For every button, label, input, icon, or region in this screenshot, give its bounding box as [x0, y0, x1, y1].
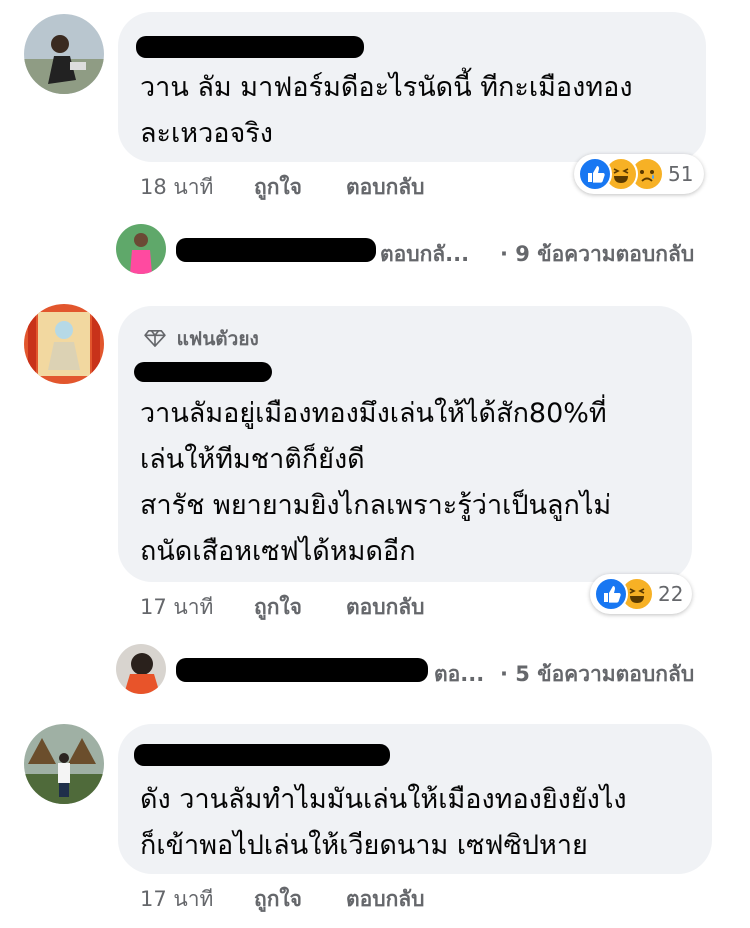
like-link[interactable]: ถูกใจ — [254, 171, 302, 204]
reaction-count: 51 — [668, 162, 694, 186]
reply-link[interactable]: ตอบกลับ — [346, 171, 425, 204]
commenter-avatar[interactable] — [24, 14, 104, 94]
reply-count[interactable]: · 9 ข้อความตอบกลับ — [500, 238, 694, 271]
comment-meta: 18 นาที ถูกใจ ตอบกลับ — [140, 171, 540, 199]
like-link[interactable]: ถูกใจ — [254, 591, 302, 624]
reply-link[interactable]: ตอบกลับ — [346, 591, 425, 624]
diamond-icon — [144, 329, 166, 347]
reaction-count: 22 — [658, 582, 684, 606]
redacted-username — [134, 362, 272, 382]
reply-link[interactable]: ตอบกลับ — [346, 883, 425, 916]
comment-meta: 17 นาที ถูกใจ ตอบกลับ — [140, 591, 540, 619]
comment-meta: 17 นาที ถูกใจ ตอบกลับ — [140, 883, 540, 911]
comment-text-line: สารัช พยายามยิงไกลเพราะรู้ว่าเป็นลูกไม่ — [140, 490, 612, 521]
reaction-summary[interactable]: 51 — [574, 154, 704, 194]
redacted-username — [176, 238, 376, 262]
comment-text-line: เล่นให้ทีมชาติก็ยังดี — [140, 444, 365, 475]
like-reaction-icon — [594, 577, 628, 611]
comment-text-line: ดัง วานลัมทำไมมันเล่นให้เมืองทองยิงยังไง — [140, 784, 627, 815]
comment-text-line: วานลัมอยู่เมืองทองมึงเล่นให้ได้สัก80%ที่ — [140, 398, 607, 429]
redacted-username — [176, 658, 428, 682]
commenter-avatar[interactable] — [24, 304, 104, 384]
like-link[interactable]: ถูกใจ — [254, 883, 302, 916]
redacted-username — [134, 744, 390, 766]
reply-preview-text: ตอ... — [434, 662, 485, 686]
like-reaction-icon — [578, 157, 612, 191]
view-replies-link[interactable]: ตอบกลั... · 9 ข้อความตอบกลับ — [380, 238, 730, 266]
comment-text-line: ถนัดเสือหเซฟได้หมดอีก — [140, 536, 416, 567]
reply-preview-text: ตอบกลั... — [380, 242, 470, 266]
comment-time: 17 นาที — [140, 887, 214, 911]
comment-text-line: ก็เข้าพอไปเล่นให้เวียดนาม เซฟซิปหาย — [140, 830, 588, 861]
replier-avatar[interactable] — [116, 644, 166, 694]
redacted-username — [136, 36, 364, 58]
reaction-summary[interactable]: 22 — [590, 574, 692, 614]
comment-time: 17 นาที — [140, 595, 214, 619]
comment-time: 18 นาที — [140, 175, 214, 199]
commenter-avatar[interactable] — [24, 724, 104, 804]
comment-text-line: ละเหวอจริง — [140, 118, 273, 149]
replier-avatar[interactable] — [116, 224, 166, 274]
comment-text-line: วาน ลัม มาฟอร์มดีอะไรนัดนี้ ทีกะเมืองทอง — [140, 72, 633, 103]
badge-label: แฟนตัวยง — [176, 328, 259, 350]
reply-count[interactable]: · 5 ข้อความตอบกลับ — [500, 658, 694, 691]
view-replies-link[interactable]: ตอ... · 5 ข้อความตอบกลับ — [434, 658, 734, 686]
top-fan-badge: แฟนตัวยง — [144, 324, 259, 354]
